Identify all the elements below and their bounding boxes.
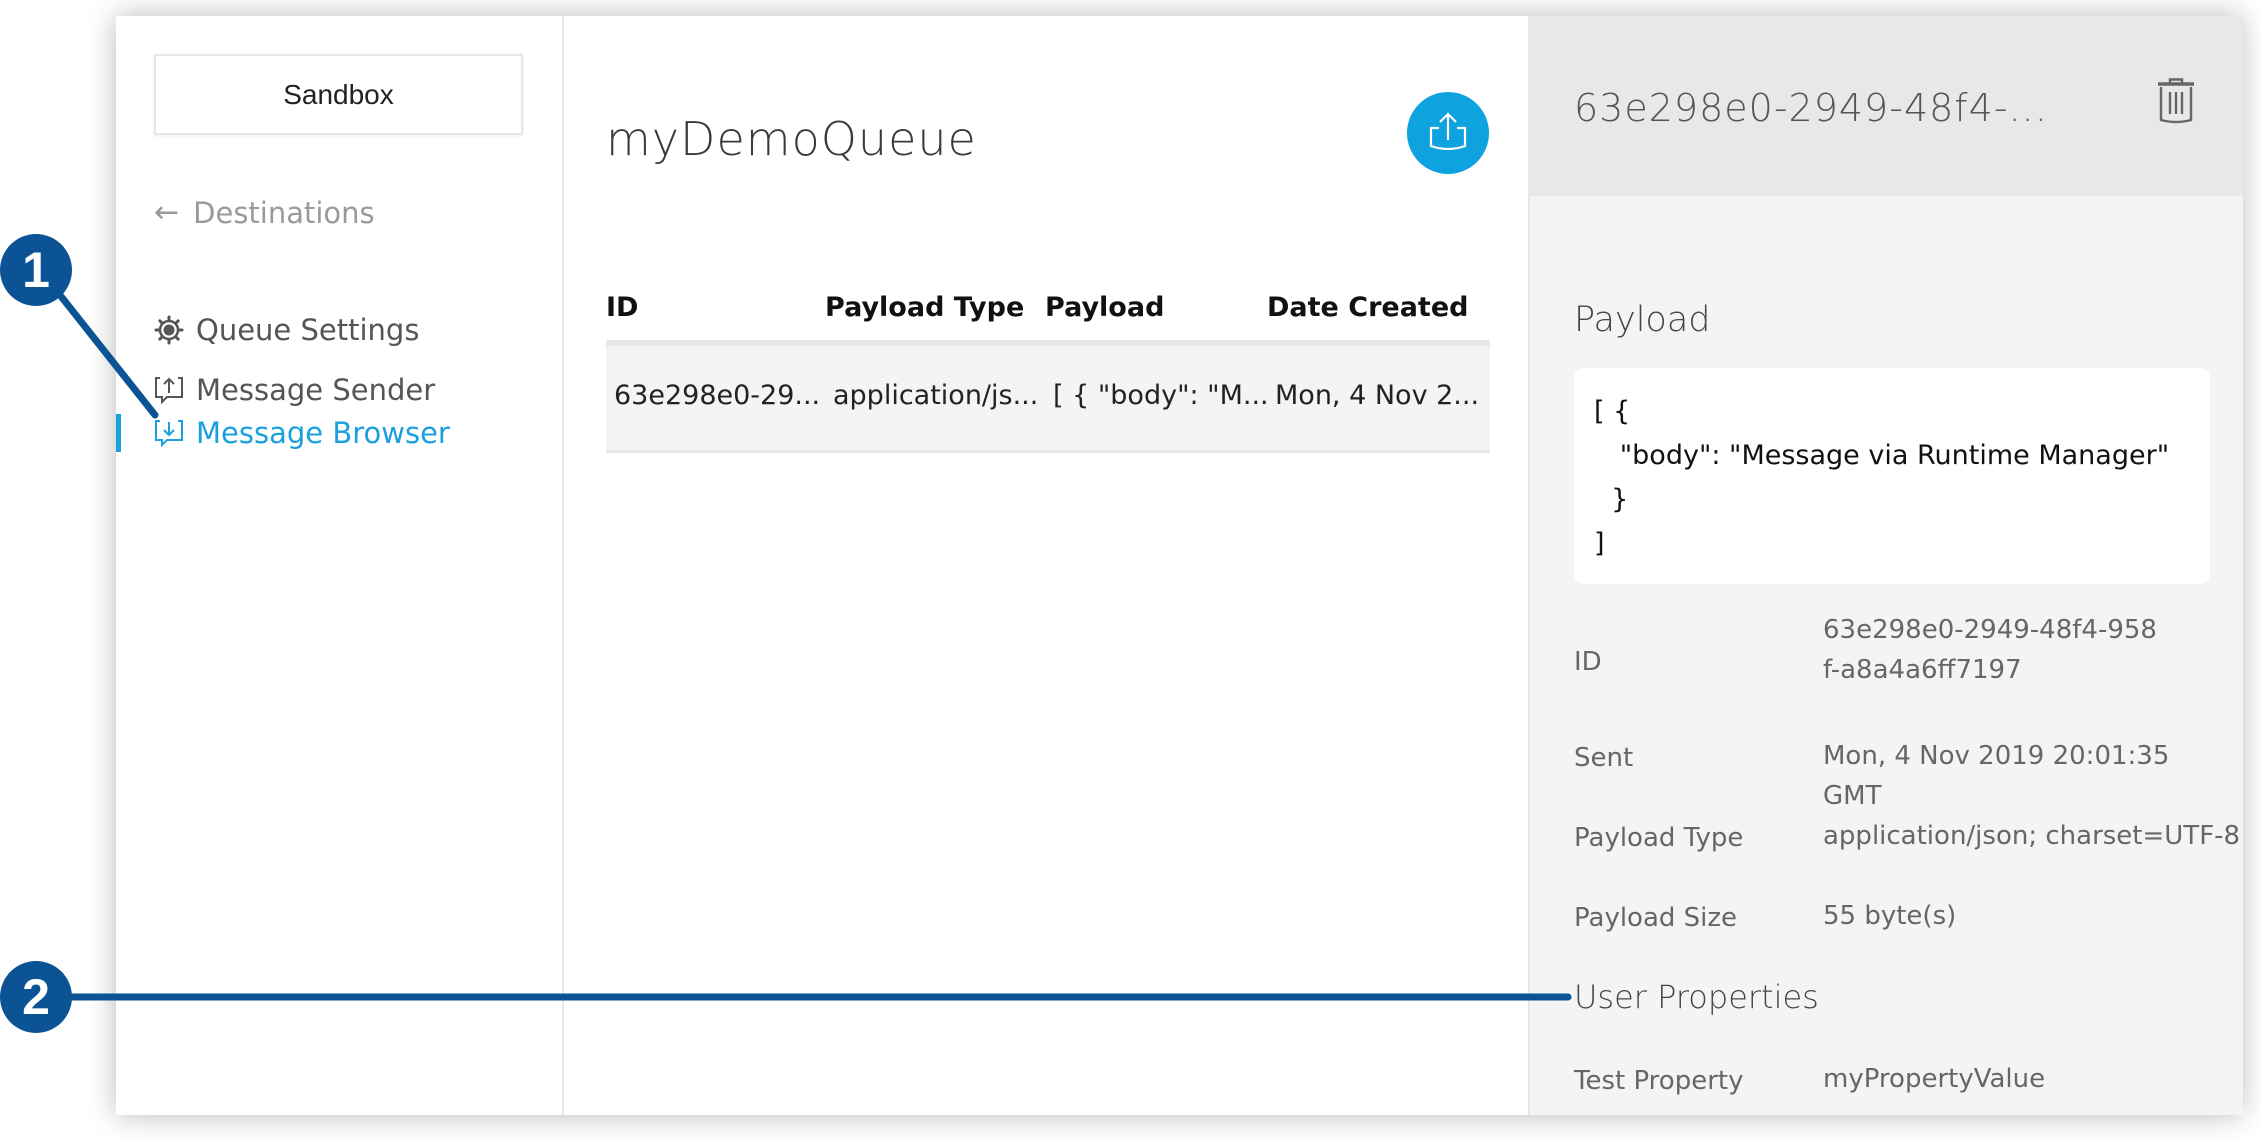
column-header-date-created[interactable]: Date Created bbox=[1267, 292, 1468, 323]
user-properties-heading: User Properties bbox=[1574, 978, 1819, 1016]
back-to-destinations-link[interactable]: ← Destinations bbox=[154, 196, 375, 230]
table-header: ID Payload Type Payload Date Created bbox=[606, 266, 1490, 340]
upload-icon bbox=[1429, 112, 1467, 151]
callout-1: 1 bbox=[0, 234, 72, 306]
field-label-sent: Sent bbox=[1574, 743, 1634, 773]
payload-heading: Payload bbox=[1574, 300, 1711, 340]
messages-table: ID Payload Type Payload Date Created 63e… bbox=[606, 266, 1490, 453]
column-header-payload[interactable]: Payload bbox=[1045, 292, 1164, 323]
sidebar-item-label: Queue Settings bbox=[196, 313, 420, 347]
sidebar-item-label: Message Sender bbox=[196, 373, 436, 407]
trash-icon bbox=[2158, 78, 2194, 124]
column-header-id[interactable]: ID bbox=[606, 292, 638, 323]
cell-id: 63e298e0-29... bbox=[614, 380, 821, 411]
main-content: myDemoQueue ID Payload Type Payload Date… bbox=[564, 16, 1640, 1115]
field-value-payload-type: application/json; charset=UTF-8 bbox=[1823, 821, 2241, 851]
payload-text: [ { "body": "Message via Runtime Manager… bbox=[1594, 396, 2170, 559]
upload-message-icon bbox=[154, 375, 184, 405]
message-detail-panel: 63e298e0-2949-48f4-... Payload [ { "body… bbox=[1528, 16, 2243, 1115]
sidebar-item-queue-settings[interactable]: Queue Settings bbox=[154, 308, 419, 352]
column-header-payload-type[interactable]: Payload Type bbox=[825, 292, 1024, 323]
field-label-id: ID bbox=[1574, 647, 1602, 677]
sidebar-item-label: Message Browser bbox=[196, 416, 450, 450]
field-value-payload-size: 55 byte(s) bbox=[1823, 901, 1957, 931]
sidebar-item-message-browser[interactable]: Message Browser bbox=[154, 411, 450, 455]
arrow-left-icon: ← bbox=[154, 195, 180, 230]
active-indicator bbox=[116, 414, 121, 452]
cell-date-created: Mon, 4 Nov 2... bbox=[1275, 380, 1480, 411]
user-property-value: myPropertyValue bbox=[1823, 1064, 2046, 1094]
send-message-button[interactable] bbox=[1407, 92, 1489, 174]
detail-title: 63e298e0-2949-48f4-... bbox=[1574, 86, 2048, 130]
callout-2: 2 bbox=[0, 961, 72, 1033]
field-label-payload-type: Payload Type bbox=[1574, 823, 1744, 853]
cell-payload-type: application/js... bbox=[833, 380, 1039, 411]
delete-message-button[interactable] bbox=[2157, 78, 2195, 124]
sidebar-item-message-sender[interactable]: Message Sender bbox=[154, 368, 435, 412]
table-row[interactable]: 63e298e0-29... application/js... [ { "bo… bbox=[606, 340, 1490, 453]
back-link-label: Destinations bbox=[193, 196, 375, 230]
detail-header: 63e298e0-2949-48f4-... bbox=[1530, 16, 2243, 196]
payload-viewer: [ { "body": "Message via Runtime Manager… bbox=[1574, 368, 2210, 584]
field-label-payload-size: Payload Size bbox=[1574, 903, 1738, 933]
user-property-label: Test Property bbox=[1574, 1066, 1744, 1096]
page-title: myDemoQueue bbox=[606, 112, 977, 166]
download-message-icon bbox=[154, 418, 184, 448]
sidebar: Sandbox ← Destinations Queue Settings Me… bbox=[116, 16, 564, 1115]
app-window: Sandbox ← Destinations Queue Settings Me… bbox=[116, 16, 2243, 1115]
cell-payload: [ { "body": "M... bbox=[1053, 380, 1269, 411]
field-value-id: 63e298e0-2949-48f4-958f-a8a4a6ff7197 bbox=[1823, 615, 2157, 685]
environment-selector[interactable]: Sandbox bbox=[154, 54, 523, 135]
gear-icon bbox=[154, 315, 184, 345]
field-value-sent: Mon, 4 Nov 2019 20:01:35 GMT bbox=[1823, 741, 2170, 811]
